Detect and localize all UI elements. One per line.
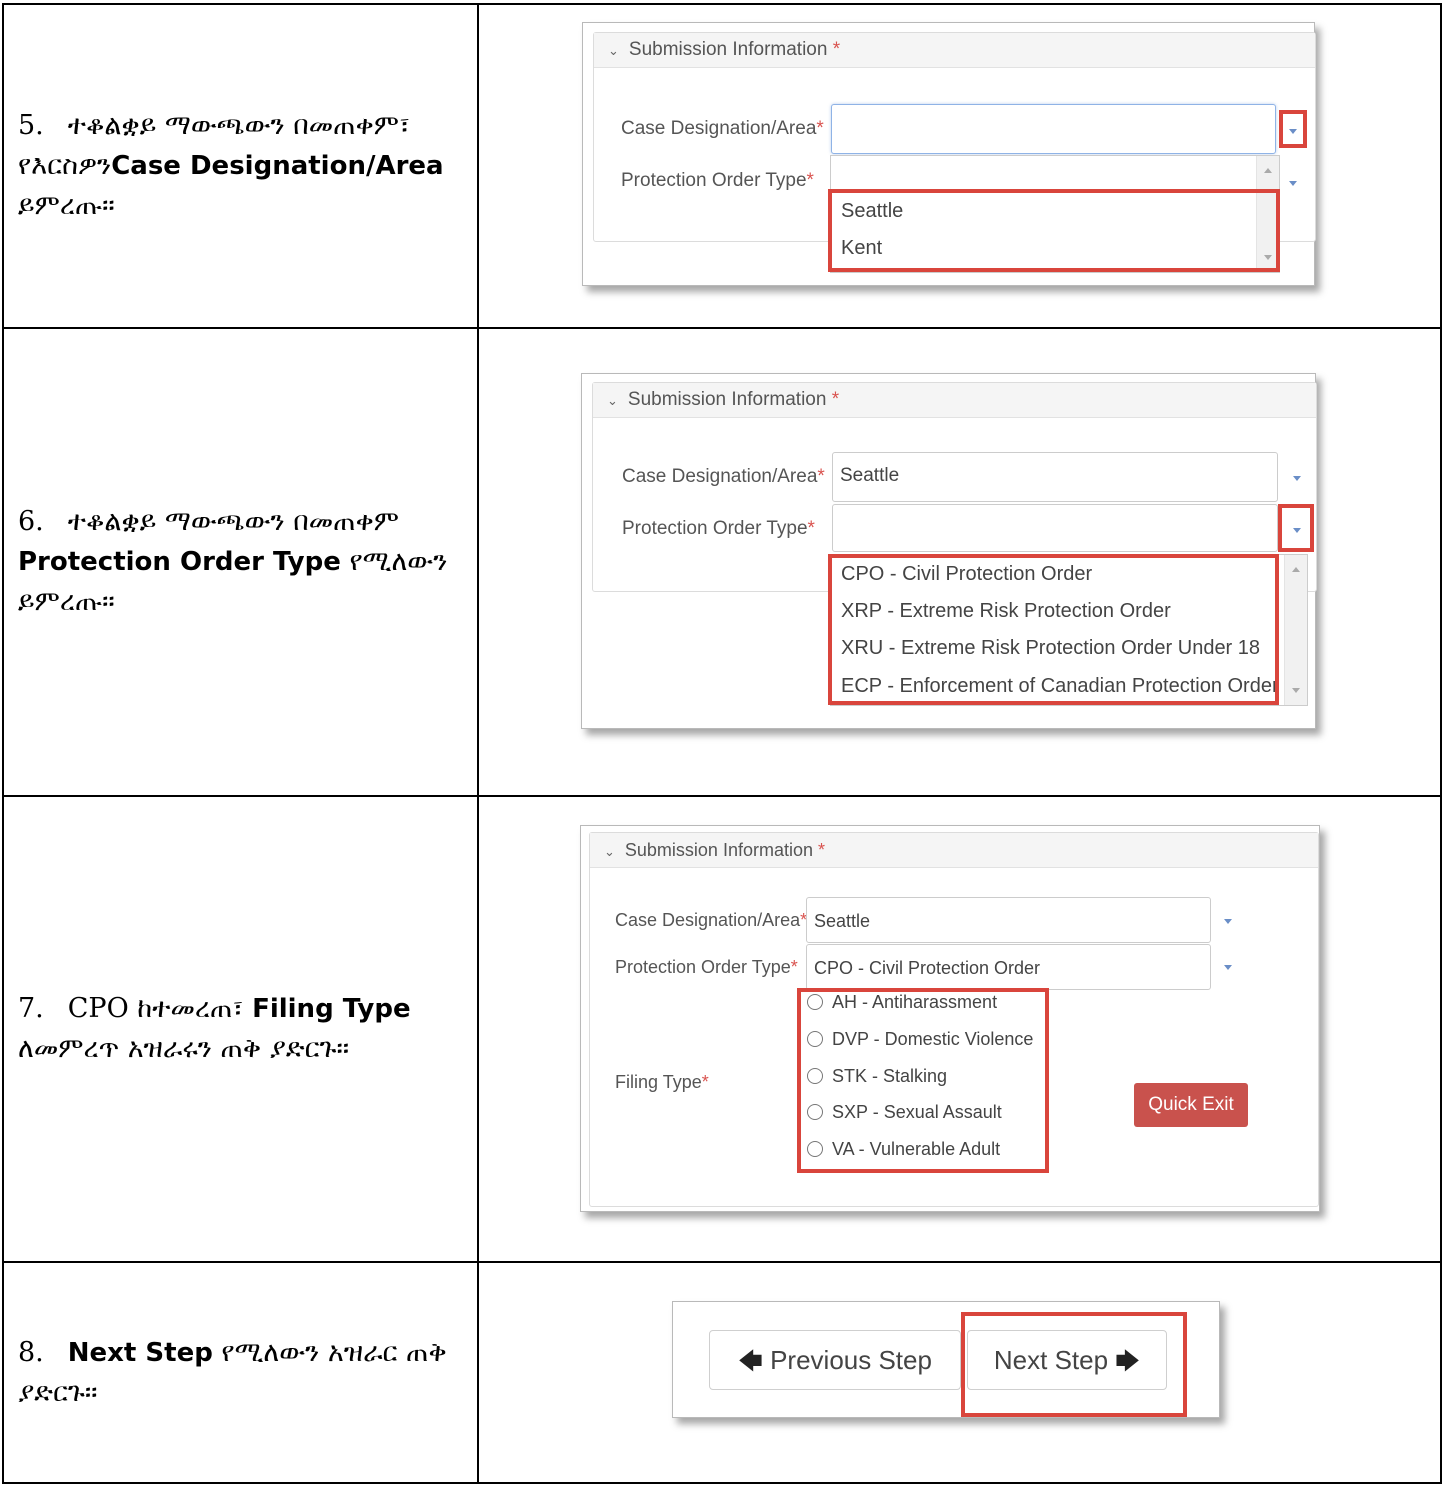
instruction-keyword: Next Step bbox=[67, 1337, 213, 1368]
screenshot-cell-7: ⌄ Submission Information * Case Designati… bbox=[477, 795, 1442, 1263]
chevron-down-icon[interactable] bbox=[1224, 919, 1232, 924]
panel-header[interactable]: ⌄ Submission Information * bbox=[594, 33, 1315, 68]
chevron-down-icon: ⌄ bbox=[608, 43, 619, 58]
previous-step-button[interactable]: 🡄 Previous Step bbox=[709, 1330, 961, 1390]
chevron-down-icon[interactable] bbox=[1289, 181, 1297, 186]
previous-step-label: Previous Step bbox=[770, 1345, 932, 1375]
screenshot-cell-8: 🡄 Previous Step Next Step 🡆 bbox=[477, 1261, 1442, 1484]
quick-exit-button[interactable]: Quick Exit bbox=[1134, 1083, 1248, 1127]
case-designation-input[interactable]: Seattle bbox=[806, 897, 1211, 943]
section-title: Submission Information bbox=[627, 389, 827, 410]
step-number: 5. bbox=[18, 110, 44, 141]
protection-order-label: Protection Order Type* bbox=[622, 518, 815, 539]
highlight-box bbox=[1278, 504, 1314, 552]
instruction-row-6: 6. ተቆልቋይ ማውጫውን በመጠቀም Protection Order Typ… bbox=[2, 327, 1442, 797]
screenshot-case-designation: ⌄ Submission Information * Case Designati… bbox=[582, 22, 1316, 286]
protection-order-label: Protection Order Type* bbox=[621, 170, 814, 191]
step-number: 6. bbox=[18, 506, 44, 537]
protection-order-label: Protection Order Type* bbox=[615, 957, 798, 977]
instruction-row-7: 7. CPO ከተመረጠ፣ Filing Type ለመምረጥ አዝራሩን ጠቅ … bbox=[2, 795, 1442, 1263]
highlight-box bbox=[828, 189, 1280, 272]
scroll-up-icon bbox=[1292, 567, 1300, 572]
chevron-down-icon[interactable] bbox=[1293, 476, 1301, 481]
section-title: Submission Information bbox=[628, 39, 828, 60]
required-mark: * bbox=[818, 840, 826, 860]
screenshot-protection-order: ⌄ Submission Information * Case Designati… bbox=[581, 373, 1317, 729]
instruction-cell-7: 7. CPO ከተመረጠ፣ Filing Type ለመምረጥ አዝራሩን ጠቅ … bbox=[2, 795, 479, 1263]
instruction-cell-8: 8. Next Step የሚለውን አዝራር ጠቅ ያድርጉ። bbox=[2, 1261, 479, 1484]
case-designation-label: Case Designation/Area* bbox=[621, 118, 824, 139]
screenshot-cell-5: ⌄ Submission Information * Case Designati… bbox=[477, 3, 1442, 329]
protection-order-input[interactable] bbox=[832, 504, 1278, 552]
instruction-text-6: 6. ተቆልቋይ ማውጫውን በመጠቀም Protection Order Typ… bbox=[4, 502, 477, 622]
instruction-text-7: 7. CPO ከተመረጠ፣ Filing Type ለመምረጥ አዝራሩን ጠቅ … bbox=[4, 989, 477, 1069]
instruction-keyword: Case Designation/Area bbox=[111, 151, 444, 181]
instruction-keyword: Filing Type bbox=[252, 994, 411, 1024]
step-number: 7. bbox=[18, 993, 44, 1024]
chevron-down-icon[interactable] bbox=[1224, 965, 1232, 970]
scroll-down-icon bbox=[1292, 688, 1300, 693]
section-title: Submission Information bbox=[624, 840, 813, 860]
panel-header[interactable]: ⌄ Submission Information * bbox=[593, 383, 1316, 418]
instruction-cell-6: 6. ተቆልቋይ ማውጫውን በመጠቀም Protection Order Typ… bbox=[2, 327, 479, 797]
instruction-text-5: 5. ተቆልቋይ ማውጫውን በመጠቀም፣ የእርስዎንCase Designat… bbox=[4, 106, 477, 226]
required-mark: * bbox=[832, 39, 841, 60]
highlight-box bbox=[1279, 110, 1307, 148]
step-number: 8. bbox=[18, 1336, 44, 1368]
instruction-text: ለመምረጥ አዝራሩን ጠቅ ያድርጉ። bbox=[18, 1033, 350, 1064]
arrow-left-icon: 🡄 bbox=[738, 1348, 763, 1375]
screenshot-cell-6: ⌄ Submission Information * Case Designati… bbox=[477, 327, 1442, 797]
instruction-row-5: 5. ተቆልቋይ ማውጫውን በመጠቀም፣ የእርስዎንCase Designat… bbox=[2, 3, 1442, 329]
chevron-down-icon: ⌄ bbox=[607, 393, 618, 408]
dropdown-scrollbar[interactable] bbox=[1284, 555, 1307, 705]
highlight-box bbox=[961, 1312, 1187, 1417]
screenshot-filing-type: ⌄ Submission Information * Case Designati… bbox=[580, 825, 1320, 1212]
instruction-keyword: Protection Order Type bbox=[18, 547, 341, 577]
instruction-text: ተቆልቋይ ማውጫውን በመጠቀም bbox=[67, 506, 399, 537]
panel-header[interactable]: ⌄ Submission Information * bbox=[590, 833, 1318, 868]
instruction-text-8: 8. Next Step የሚለውን አዝራር ጠቅ ያድርጉ። bbox=[4, 1333, 477, 1413]
case-designation-label: Case Designation/Area* bbox=[622, 466, 825, 487]
case-designation-label: Case Designation/Area* bbox=[615, 910, 808, 930]
protection-order-input[interactable]: CPO - Civil Protection Order bbox=[806, 944, 1211, 990]
case-designation-input[interactable] bbox=[831, 104, 1276, 154]
instruction-table: 5. ተቆልቋይ ማውጫውን በመጠቀም፣ የእርስዎንCase Designat… bbox=[2, 3, 1442, 1484]
required-mark: * bbox=[831, 389, 840, 410]
instruction-cell-5: 5. ተቆልቋይ ማውጫውን በመጠቀም፣ የእርስዎንCase Designat… bbox=[2, 3, 479, 329]
instruction-text: ይምረጡ። bbox=[18, 190, 115, 221]
case-designation-input[interactable]: Seattle bbox=[832, 452, 1278, 502]
scroll-up-icon bbox=[1264, 168, 1272, 173]
highlight-box bbox=[828, 554, 1279, 705]
instruction-row-8: 8. Next Step የሚለውን አዝራር ጠቅ ያድርጉ። 🡄 Previo… bbox=[2, 1261, 1442, 1484]
highlight-box bbox=[797, 988, 1049, 1173]
instruction-text: CPO ከተመረጠ፣ bbox=[67, 993, 253, 1024]
screenshot-step-buttons: 🡄 Previous Step Next Step 🡆 bbox=[672, 1301, 1220, 1418]
chevron-down-icon: ⌄ bbox=[604, 844, 615, 859]
filing-type-label: Filing Type* bbox=[615, 1072, 709, 1092]
